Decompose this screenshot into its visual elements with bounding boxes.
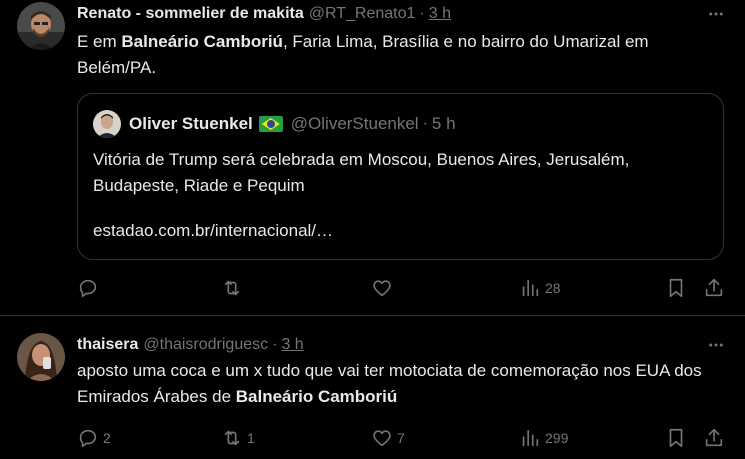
brazil-flag-icon [258, 116, 283, 132]
action-bar: 2 1 7 299 [77, 426, 727, 450]
display-name[interactable]: Oliver Stuenkel [129, 114, 253, 134]
like-count: 7 [397, 430, 405, 446]
display-name[interactable]: thaisera [77, 336, 138, 354]
like-button[interactable] [371, 276, 397, 300]
heart-icon [373, 430, 391, 447]
user-handle[interactable]: @OliverStuenkel [291, 114, 419, 134]
more-icon[interactable] [705, 3, 727, 25]
separator: · [419, 5, 425, 22]
bookmark-button[interactable] [665, 276, 687, 300]
reply-button[interactable]: 2 [77, 426, 111, 450]
avatar[interactable] [17, 333, 65, 381]
views-button[interactable]: 28 [519, 276, 561, 300]
quote-text: Vitória de Trump será celebrada em Mosco… [93, 150, 630, 195]
tweet-text: E em Balneário Camboriú, Faria Lima, Bra… [77, 29, 727, 81]
retweet-button[interactable] [221, 276, 247, 300]
views-icon [522, 279, 539, 297]
display-name[interactable]: Renato - sommelier de makita [77, 5, 304, 23]
bookmark-icon [669, 278, 683, 298]
retweet-icon [224, 430, 240, 446]
views-icon [522, 429, 539, 447]
retweet-icon [224, 280, 240, 296]
separator: · [272, 336, 278, 353]
tweet[interactable]: Renato - sommelier de makita @RT_Renato1… [0, 0, 745, 315]
user-handle[interactable]: @RT_Renato1 [309, 5, 416, 23]
reply-icon [79, 429, 97, 448]
action-bar: 28 [77, 276, 727, 300]
reply-button[interactable] [77, 276, 103, 300]
quote-header: Oliver Stuenkel @OliverStuenkel · 5 h [129, 112, 456, 136]
retweet-count: 1 [247, 430, 255, 446]
avatar[interactable] [93, 110, 121, 138]
bookmark-icon [669, 428, 683, 448]
tweet-text: aposto uma coca e um x tudo que vai ter … [77, 358, 727, 410]
user-handle[interactable]: @thaisrodriguesc [143, 336, 268, 354]
heart-icon [373, 280, 391, 297]
reply-count: 2 [103, 430, 111, 446]
timestamp[interactable]: 3 h [429, 5, 451, 23]
quote-link[interactable]: estadao.com.br/internacional/… [93, 218, 333, 244]
text-segment: E em [77, 32, 122, 51]
share-button[interactable] [703, 426, 725, 450]
timestamp[interactable]: 5 h [432, 114, 456, 134]
share-button[interactable] [703, 276, 725, 300]
share-icon [705, 278, 723, 297]
views-button[interactable]: 299 [519, 426, 568, 450]
bold-text: Balneário Camboriú [235, 387, 398, 406]
like-button[interactable]: 7 [371, 426, 405, 450]
more-icon[interactable] [705, 334, 727, 356]
tweet-header: Renato - sommelier de makita @RT_Renato1… [77, 2, 451, 26]
tweet[interactable]: thaisera @thaisrodriguesc · 3 h aposto u… [0, 315, 745, 459]
timestamp[interactable]: 3 h [281, 336, 303, 354]
bold-text: Balneário Camboriú [121, 32, 283, 51]
views-count: 28 [545, 280, 561, 296]
reply-icon [79, 279, 97, 298]
tweet-header: thaisera @thaisrodriguesc · 3 h [77, 333, 304, 357]
avatar[interactable] [17, 2, 65, 50]
retweet-button[interactable]: 1 [221, 426, 255, 450]
quoted-tweet[interactable]: Oliver Stuenkel @OliverStuenkel · 5 h Vi… [77, 93, 724, 260]
separator: · [422, 115, 428, 132]
share-icon [705, 428, 723, 447]
views-count: 299 [545, 430, 569, 446]
bookmark-button[interactable] [665, 426, 687, 450]
